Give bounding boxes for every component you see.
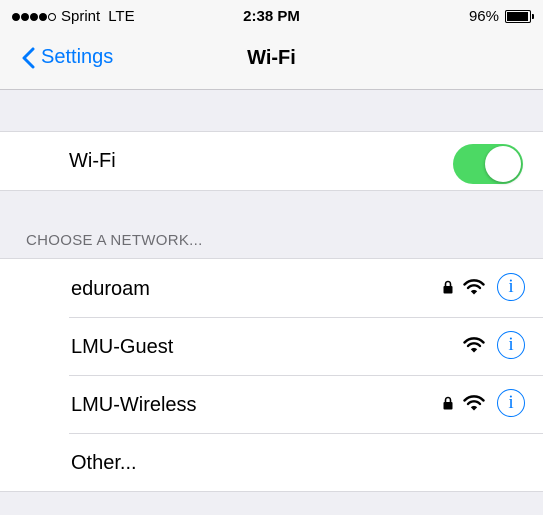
battery-icon [505, 10, 534, 23]
battery-tip [532, 14, 534, 19]
battery-fill [507, 12, 529, 21]
wifi-icon [463, 337, 485, 353]
network-row-lmu-wireless[interactable]: LMU-Wireless i [0, 375, 543, 433]
network-name: Other... [71, 452, 137, 474]
section-header: CHOOSE A NETWORK... [26, 232, 203, 249]
network-icons: i [443, 389, 525, 417]
network-name: eduroam [71, 278, 150, 300]
status-time: 2:38 PM [243, 8, 300, 25]
status-bar: Sprint LTE 2:38 PM 96% [0, 0, 543, 34]
wifi-icon [463, 279, 485, 295]
battery-percent: 96% [468, 8, 499, 25]
network-icons: i [443, 273, 525, 301]
lock-icon [443, 280, 453, 294]
info-icon[interactable]: i [497, 273, 525, 301]
network-row-other[interactable]: Other... [0, 433, 543, 491]
network-name: LMU-Wireless [71, 394, 197, 416]
network-row-eduroam[interactable]: eduroam i [0, 259, 543, 317]
network-name: LMU-Guest [71, 336, 174, 358]
network-row-lmu-guest[interactable]: LMU-Guest i [0, 317, 543, 375]
page-title: Wi-Fi [247, 47, 296, 69]
wifi-toggle-row: Wi-Fi [0, 131, 543, 191]
info-icon[interactable]: i [497, 331, 525, 359]
info-icon[interactable]: i [497, 389, 525, 417]
network-list: eduroam i LMU-Guest i LMU-Wireless i Oth… [0, 258, 543, 492]
navigation-bar: Settings Wi-Fi [0, 34, 543, 90]
lock-icon [443, 396, 453, 410]
wifi-toggle-switch[interactable] [453, 144, 523, 184]
network-icons: i [463, 331, 525, 359]
toggle-knob [485, 146, 521, 182]
wifi-toggle-label: Wi-Fi [69, 150, 116, 172]
status-bar-right: 96% [468, 8, 534, 25]
wifi-icon [463, 395, 485, 411]
